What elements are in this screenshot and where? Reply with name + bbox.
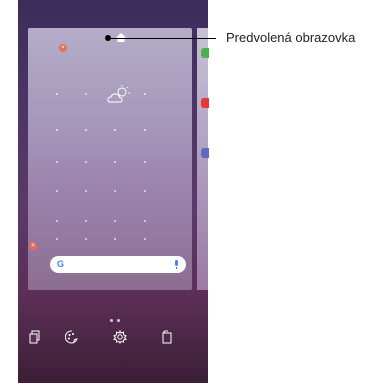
grid-dot — [144, 190, 146, 192]
grid-dot — [85, 93, 87, 95]
grid-dot — [56, 220, 58, 222]
grid-dot — [56, 190, 58, 192]
grid-dot — [114, 220, 116, 222]
grid-dot — [144, 238, 146, 240]
next-page-preview[interactable] — [197, 28, 208, 290]
home-page-preview[interactable] — [28, 28, 192, 290]
google-logo: G — [57, 259, 65, 269]
page-indicator — [110, 309, 124, 327]
wallpapers-icon — [65, 330, 78, 344]
page-dot — [117, 319, 120, 322]
widgets-button[interactable] — [17, 330, 53, 347]
callout-line — [108, 38, 216, 39]
page-dot — [110, 319, 113, 322]
apps-icon — [162, 330, 172, 344]
grid-dot — [56, 161, 58, 163]
grid-dot — [85, 190, 87, 192]
grid-dot — [114, 190, 116, 192]
app-icon — [201, 48, 209, 58]
grid-dot — [56, 129, 58, 131]
widgets-icon — [29, 330, 40, 344]
grid-dot — [114, 161, 116, 163]
google-search-bar[interactable]: G — [50, 256, 186, 273]
app-icon — [201, 148, 209, 158]
page-overlay — [28, 28, 192, 290]
remove-page-icon[interactable]: × — [29, 242, 37, 250]
settings-button[interactable] — [102, 330, 138, 347]
grid-dot — [85, 129, 87, 131]
grid-dot — [56, 238, 58, 240]
grid-dot — [85, 220, 87, 222]
grid-dot — [85, 161, 87, 163]
grid-dot — [114, 129, 116, 131]
grid-dot — [56, 93, 58, 95]
apps-button[interactable] — [149, 330, 185, 347]
grid-dot — [144, 129, 146, 131]
grid-dot — [144, 220, 146, 222]
remove-page-icon[interactable]: × — [59, 44, 67, 52]
grid-dot — [144, 93, 146, 95]
settings-icon — [113, 330, 127, 344]
cloud-sun-icon[interactable] — [104, 84, 134, 106]
wallpapers-button[interactable] — [54, 330, 90, 347]
phone-screen: × × G — [17, 0, 209, 383]
grid-dot — [85, 238, 87, 240]
grid-dot — [114, 238, 116, 240]
app-icon — [201, 98, 209, 108]
microphone-icon[interactable] — [175, 260, 178, 269]
callout-label: Predvolená obrazovka — [226, 30, 356, 45]
grid-dot — [144, 161, 146, 163]
